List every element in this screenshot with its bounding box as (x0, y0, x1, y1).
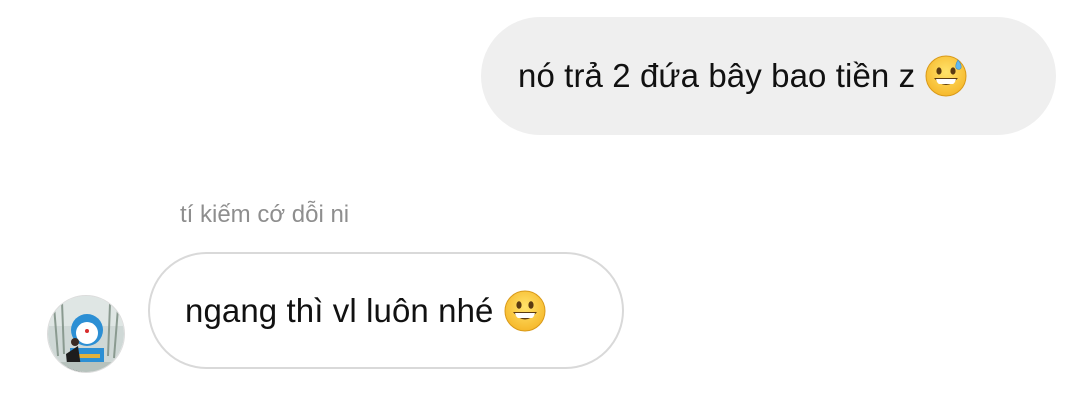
message-text: ngang thì vl luôn nhé (185, 291, 494, 329)
incoming-message-bubble[interactable]: ngang thì vl luôn nhé (148, 252, 624, 369)
grinning-face-with-sweat-icon (925, 55, 967, 97)
sender-name: tí kiếm cớ dỗi ni (180, 201, 350, 228)
grinning-face-icon (504, 290, 546, 332)
chat-thread: nó trả 2 đứa bây bao tiền z tí kiếm cớ d… (0, 0, 1080, 400)
outgoing-message-bubble[interactable]: nó trả 2 đứa bây bao tiền z (481, 17, 1056, 135)
avatar[interactable] (47, 295, 125, 373)
message-text: nó trả 2 đứa bây bao tiền z (518, 57, 916, 94)
